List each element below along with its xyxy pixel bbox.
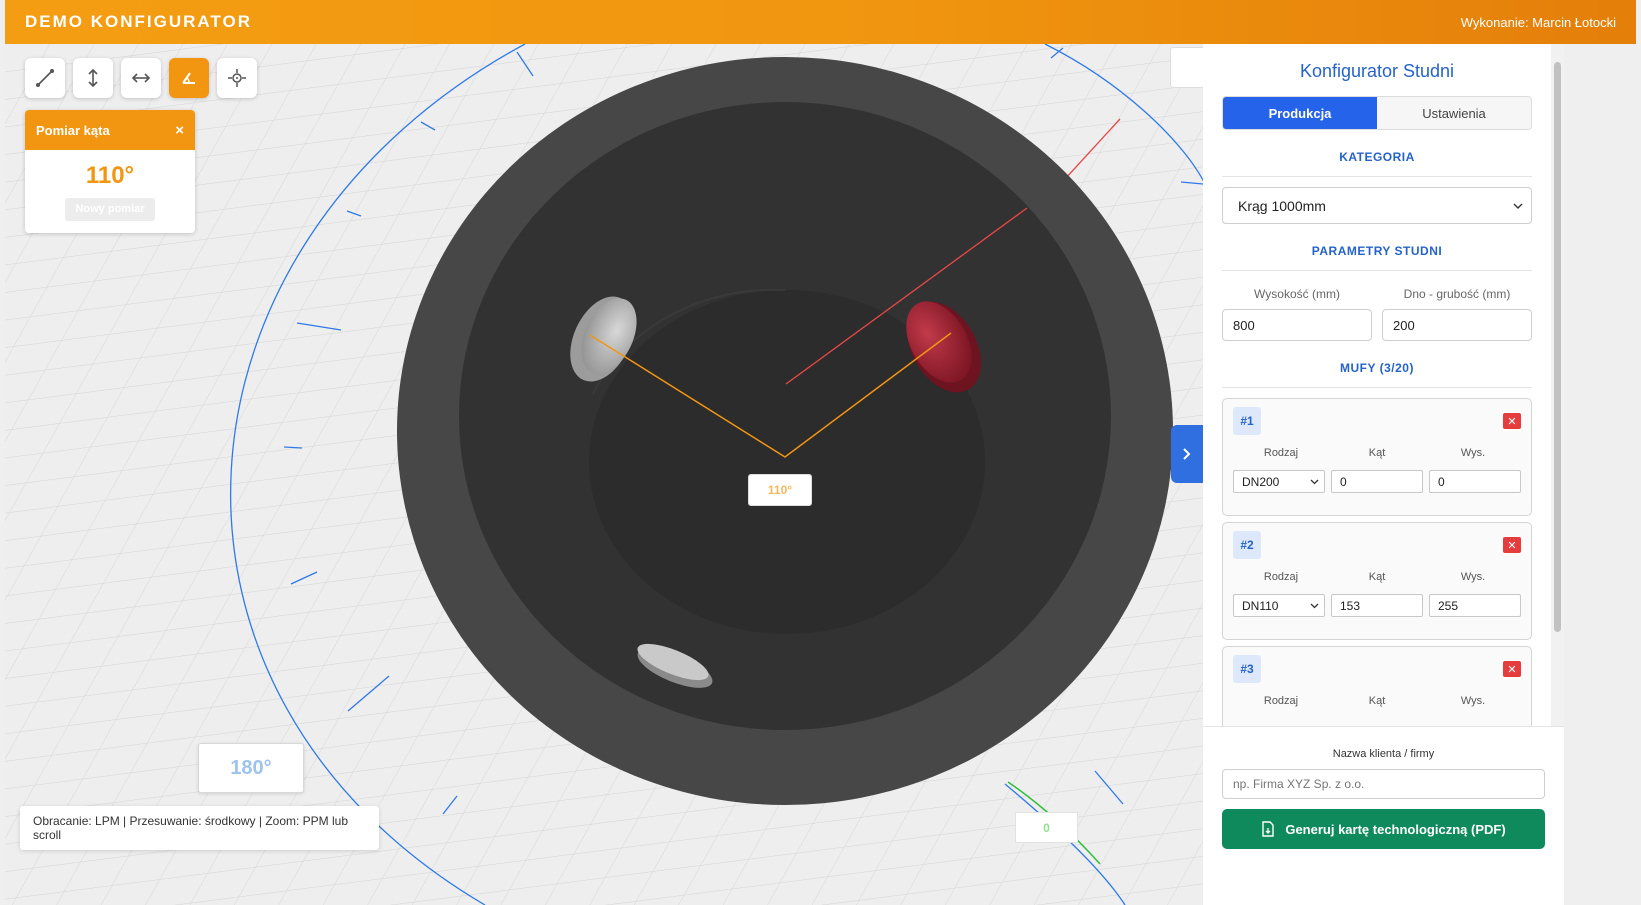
- generate-pdf-button[interactable]: Generuj kartę technologiczną (PDF): [1222, 809, 1545, 849]
- muff-card: #3 ✕ Rodzaj Kąt Wys.: [1222, 646, 1532, 726]
- muff-number: #1: [1233, 407, 1261, 435]
- muff-type-value: DN200: [1242, 474, 1280, 489]
- vertical-measure-button[interactable]: [73, 58, 113, 98]
- muff-type-select[interactable]: DN200: [1233, 470, 1325, 493]
- panel-tabs: Produkcja Ustawienia: [1222, 96, 1532, 130]
- category-select[interactable]: Krąg 1000mm: [1222, 187, 1532, 224]
- crosshair-icon: [228, 69, 246, 87]
- angle-measure-button[interactable]: [169, 58, 209, 98]
- muff-height-label: Wys.: [1460, 695, 1486, 707]
- category-select-value: Krąg 1000mm: [1238, 197, 1326, 214]
- muff-number: #2: [1233, 531, 1261, 559]
- line-measure-icon: [36, 69, 54, 87]
- muff-labels: Rodzaj Kąt Wys.: [1233, 571, 1521, 583]
- crosshair-button[interactable]: [217, 58, 257, 98]
- muff-labels: Rodzaj Kąt Wys.: [1233, 447, 1521, 459]
- muff-fields: DN200 0 0: [1233, 470, 1521, 493]
- measure-toolbar: [25, 58, 257, 98]
- muff-number: #3: [1233, 655, 1261, 683]
- pdf-file-icon: [1262, 821, 1275, 837]
- delete-muff-button[interactable]: ✕: [1503, 537, 1521, 553]
- app: DEMO KONFIGURATOR Wykonanie: Marcin Łoto…: [0, 0, 1641, 905]
- params-section-title: PARAMETRY STUDNI: [1222, 244, 1532, 271]
- muff-card: #1 ✕ Rodzaj Kąt Wys. DN200 0 0: [1222, 398, 1532, 516]
- muff-type-label: Rodzaj: [1263, 447, 1299, 459]
- angle-panel-header: Pomiar kąta ×: [25, 110, 195, 150]
- 3d-viewport[interactable]: Pomiar kąta × 110° Nowy pomiar 110° 180°…: [5, 44, 1260, 905]
- close-icon[interactable]: ×: [175, 122, 184, 139]
- muff-card-header: #3 ✕: [1233, 655, 1521, 683]
- chevron-down-icon: [1310, 603, 1319, 608]
- muff-type-label: Rodzaj: [1263, 695, 1299, 707]
- muff-card: #2 ✕ Rodzaj Kąt Wys. DN110 153 255: [1222, 522, 1532, 640]
- muff-labels: Rodzaj Kąt Wys.: [1233, 695, 1521, 707]
- bottom-thickness-label: Dno - grubość (mm): [1403, 287, 1511, 301]
- scrollbar-thumb[interactable]: [1554, 62, 1561, 632]
- muff-angle-input[interactable]: 153: [1331, 594, 1423, 617]
- muff-type-label: Rodzaj: [1263, 571, 1299, 583]
- author-credit: Wykonanie: Marcin Łotocki: [1460, 14, 1616, 30]
- height-input[interactable]: 800: [1222, 309, 1372, 341]
- tab-ustawienia[interactable]: Ustawienia: [1377, 97, 1531, 129]
- horizontal-measure-icon: [131, 73, 151, 83]
- panel-toggle-button[interactable]: [1171, 425, 1203, 483]
- controls-hint: Obracanie: LPM | Przesuwanie: środkowy |…: [20, 806, 379, 850]
- bottom-thickness-input[interactable]: 200: [1382, 309, 1532, 341]
- compass-angle-label: 180°: [198, 743, 304, 793]
- delete-muff-button[interactable]: ✕: [1503, 661, 1521, 677]
- height-param: Wysokość (mm) 800: [1222, 287, 1372, 341]
- chevron-down-icon: [1513, 203, 1523, 209]
- muff-height-input[interactable]: 255: [1429, 594, 1521, 617]
- muff-angle-label: Kąt: [1368, 571, 1386, 583]
- vertical-measure-icon: [88, 68, 98, 88]
- angle-panel-title: Pomiar kąta: [36, 122, 110, 138]
- muff-angle-label: Kąt: [1368, 447, 1386, 459]
- delete-muff-button[interactable]: ✕: [1503, 413, 1521, 429]
- config-panel: Konfigurator Studni Produkcja Ustawienia…: [1203, 44, 1551, 726]
- muff-angle-label: Kąt: [1368, 695, 1386, 707]
- category-section-title: KATEGORIA: [1222, 150, 1532, 177]
- angle-scene-label: 110°: [748, 474, 812, 506]
- panel-scrollbar[interactable]: [1551, 44, 1564, 726]
- angle-value: 110°: [85, 162, 135, 189]
- muff-height-label: Wys.: [1460, 447, 1486, 459]
- muff-card-header: #1 ✕: [1233, 407, 1521, 435]
- client-name-input[interactable]: [1222, 769, 1545, 799]
- chevron-right-icon: [1183, 448, 1191, 460]
- app-brand: DEMO KONFIGURATOR: [25, 12, 252, 31]
- chevron-down-icon: [1310, 479, 1319, 484]
- line-measure-button[interactable]: [25, 58, 65, 98]
- angle-measure-icon: [182, 72, 195, 84]
- muff-card-header: #2 ✕: [1233, 531, 1521, 559]
- zero-marker-label: 0: [1015, 812, 1078, 843]
- angle-measure-panel: Pomiar kąta × 110° Nowy pomiar: [25, 110, 195, 233]
- new-measure-button[interactable]: Nowy pomiar: [65, 198, 155, 221]
- muff-type-select[interactable]: DN110: [1233, 594, 1325, 617]
- app-header: DEMO KONFIGURATOR Wykonanie: Marcin Łoto…: [5, 0, 1636, 44]
- export-section: Nazwa klienta / firmy Generuj kartę tech…: [1203, 726, 1564, 905]
- bottom-param: Dno - grubość (mm) 200: [1382, 287, 1532, 341]
- generate-pdf-label: Generuj kartę technologiczną (PDF): [1285, 821, 1506, 837]
- client-name-label: Nazwa klienta / firmy: [1332, 748, 1435, 760]
- muff-height-label: Wys.: [1460, 571, 1486, 583]
- muff-fields: DN110 153 255: [1233, 594, 1521, 617]
- tab-produkcja[interactable]: Produkcja: [1223, 97, 1377, 129]
- muffs-section-title: MUFY (3/20): [1222, 361, 1532, 388]
- muff-height-input[interactable]: 0: [1429, 470, 1521, 493]
- horizontal-measure-button[interactable]: [121, 58, 161, 98]
- muff-angle-input[interactable]: 0: [1331, 470, 1423, 493]
- muff-type-value: DN110: [1242, 598, 1279, 613]
- panel-title: Konfigurator Studni: [1299, 61, 1455, 81]
- params-row: Wysokość (mm) 800 Dno - grubość (mm) 200: [1222, 287, 1532, 341]
- height-label: Wysokość (mm): [1254, 287, 1340, 301]
